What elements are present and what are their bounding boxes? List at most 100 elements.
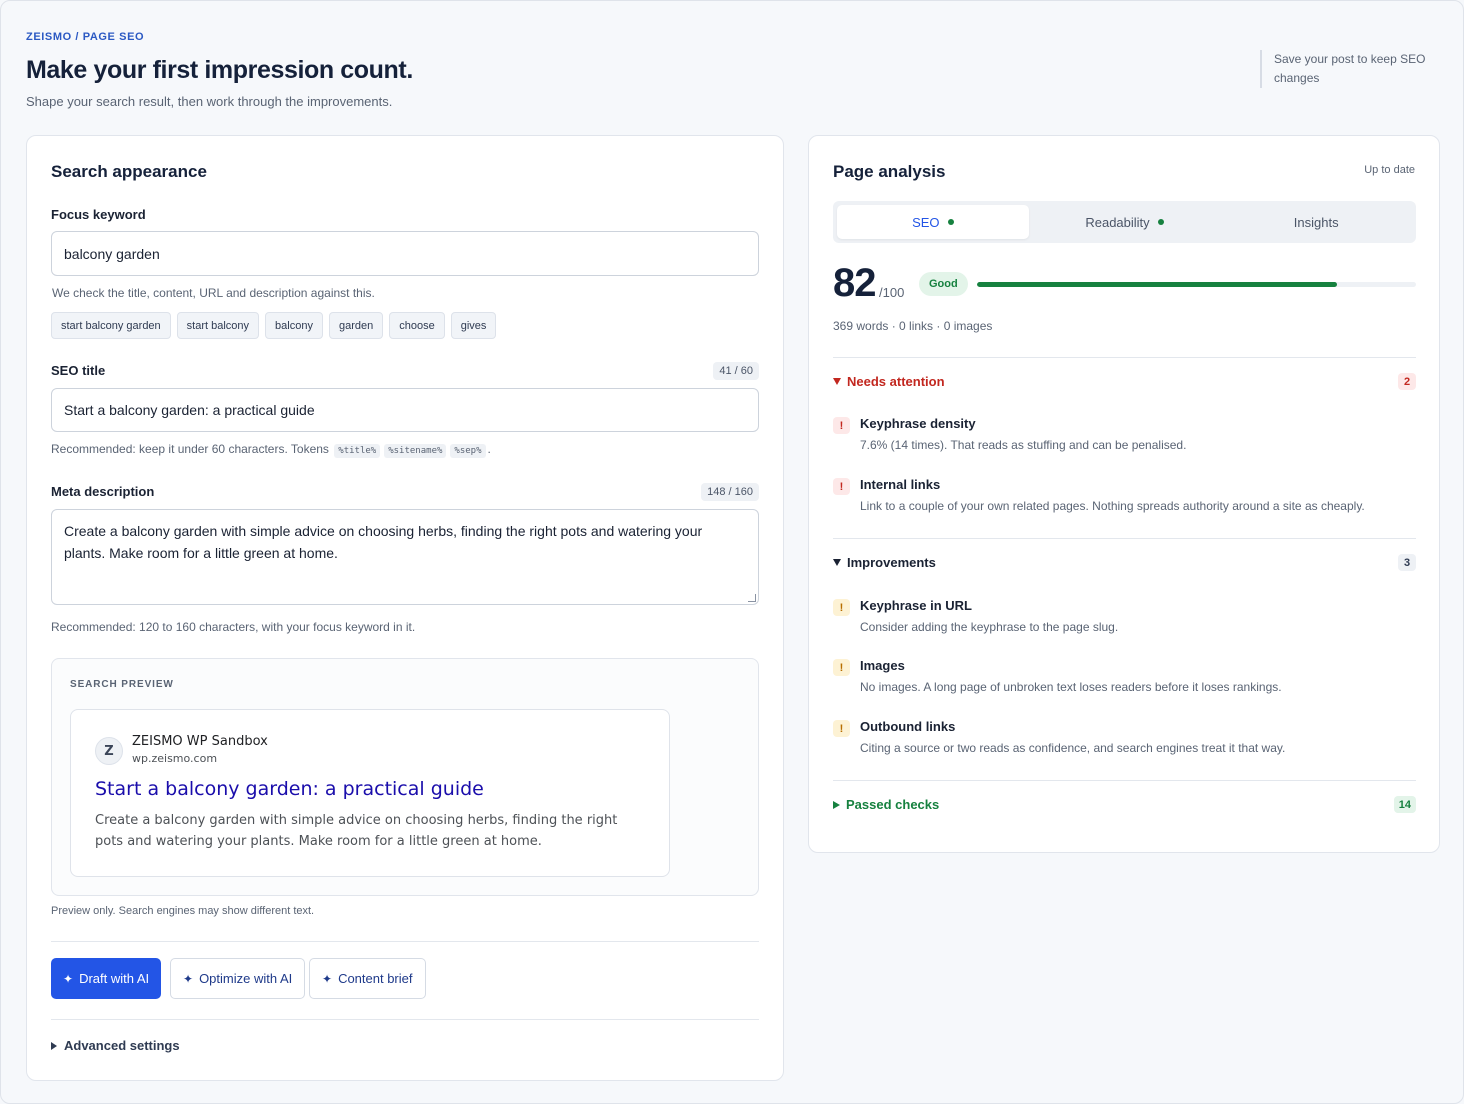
page-frame: ZEISMO / PAGE SEO Make your first impres… bbox=[0, 0, 1464, 1104]
issue-description: Citing a source or two reads as confiden… bbox=[860, 741, 1286, 755]
meta-description-textarea[interactable]: Create a balcony garden with simple advi… bbox=[51, 509, 759, 605]
tab-insights[interactable]: Insights bbox=[1220, 205, 1412, 239]
keyword-suggestion-chip[interactable]: balcony bbox=[265, 312, 323, 339]
caret-right-icon bbox=[833, 800, 840, 809]
score-progress-fill bbox=[977, 282, 1337, 287]
token-title[interactable]: %title% bbox=[334, 444, 381, 458]
advanced-settings-toggle[interactable]: Advanced settings bbox=[51, 1038, 180, 1053]
focus-keyword-label: Focus keyword bbox=[51, 207, 146, 222]
keyword-suggestion-chip[interactable]: start balcony bbox=[176, 312, 260, 339]
caret-right-icon bbox=[51, 1041, 57, 1050]
sparkle-icon: ✦ bbox=[322, 971, 333, 986]
content-brief-button[interactable]: ✦ Content brief bbox=[309, 958, 426, 999]
focus-keyword-input[interactable]: balcony garden bbox=[51, 231, 759, 276]
issue-title: Outbound links bbox=[860, 719, 956, 734]
analysis-status: Up to date bbox=[1364, 164, 1415, 176]
needs-attention-toggle[interactable]: Needs attention 2 bbox=[833, 373, 1416, 390]
optimize-with-ai-label: Optimize with AI bbox=[199, 971, 293, 986]
issue-description: Link to a couple of your own related pag… bbox=[860, 499, 1365, 513]
improvements-count: 3 bbox=[1398, 554, 1416, 571]
page-analysis-title: Page analysis bbox=[833, 162, 946, 181]
seo-title-hint-text: Recommended: keep it under 60 characters… bbox=[51, 442, 329, 456]
keyword-suggestion-chip[interactable]: garden bbox=[328, 312, 384, 339]
keyword-suggestion-chip[interactable]: start balcony garden bbox=[51, 312, 171, 339]
draft-with-ai-button[interactable]: ✦ Draft with AI bbox=[51, 958, 162, 999]
page-title: Make your first impression count. bbox=[26, 56, 413, 84]
seo-title-hint: Recommended: keep it under 60 characters… bbox=[51, 442, 491, 458]
search-preview-label: SEARCH PREVIEW bbox=[70, 679, 174, 690]
alert-icon: ! bbox=[833, 417, 850, 434]
keyword-suggestions: start balcony garden start balcony balco… bbox=[51, 312, 497, 339]
search-preview: SEARCH PREVIEW Z ZEISMO WP Sandbox wp.ze… bbox=[51, 658, 759, 896]
meta-description-text: Create a balcony garden with simple advi… bbox=[64, 523, 703, 561]
draft-with-ai-label: Draft with AI bbox=[79, 971, 150, 986]
serp-title: Start a balcony garden: a practical guid… bbox=[95, 778, 484, 800]
score-rating-badge: Good bbox=[919, 272, 968, 296]
search-appearance-card: Search appearance Focus keyword balcony … bbox=[26, 135, 784, 1081]
tab-seo[interactable]: SEO bbox=[837, 205, 1029, 239]
issue-title: Keyphrase in URL bbox=[860, 598, 972, 613]
optimize-with-ai-button[interactable]: ✦ Optimize with AI bbox=[170, 958, 306, 999]
improvements-toggle[interactable]: Improvements 3 bbox=[833, 554, 1416, 571]
seo-title-hint-suffix: . bbox=[487, 442, 491, 456]
meta-description-hint: Recommended: 120 to 160 characters, with… bbox=[51, 620, 416, 634]
token-sitename[interactable]: %sitename% bbox=[384, 444, 447, 458]
sparkle-icon: ✦ bbox=[183, 971, 194, 986]
score-progress-bar bbox=[977, 282, 1416, 287]
meta-description-label: Meta description bbox=[51, 484, 155, 499]
divider bbox=[833, 538, 1416, 539]
tab-readability-label: Readability bbox=[1085, 214, 1150, 230]
page-analysis-card: Page analysis Up to date SEO Readability… bbox=[808, 135, 1440, 853]
seo-title-char-count: 41 / 60 bbox=[713, 362, 759, 380]
search-appearance-title: Search appearance bbox=[51, 162, 207, 181]
divider bbox=[833, 357, 1416, 358]
status-dot-icon bbox=[947, 219, 954, 225]
caret-down-icon bbox=[833, 378, 841, 385]
resize-grip-icon[interactable] bbox=[748, 594, 756, 602]
breadcrumb: ZEISMO / PAGE SEO bbox=[26, 31, 145, 43]
preview-note: Preview only. Search engines may show di… bbox=[51, 905, 315, 917]
passed-checks-count: 14 bbox=[1393, 796, 1416, 813]
keyword-suggestion-chip[interactable]: gives bbox=[450, 312, 497, 339]
divider bbox=[833, 780, 1416, 781]
serp-site-name: ZEISMO WP Sandbox bbox=[132, 734, 268, 749]
warning-icon: ! bbox=[833, 720, 850, 737]
issue-description: 7.6% (14 times). That reads as stuffing … bbox=[860, 438, 1187, 452]
page-subtitle: Shape your search result, then work thro… bbox=[26, 94, 393, 109]
issue-title: Images bbox=[860, 658, 905, 673]
site-favicon-icon: Z bbox=[95, 737, 123, 765]
needs-attention-label: Needs attention bbox=[847, 374, 945, 389]
content-stats: 369 words · 0 links · 0 images bbox=[833, 319, 993, 333]
token-sep[interactable]: %sep% bbox=[450, 444, 486, 458]
serp-result: Z ZEISMO WP Sandbox wp.zeismo.com Start … bbox=[70, 709, 670, 877]
content-brief-label: Content brief bbox=[338, 971, 413, 986]
sparkle-icon: ✦ bbox=[63, 971, 74, 986]
needs-attention-count: 2 bbox=[1398, 373, 1416, 390]
keyword-suggestion-chip[interactable]: choose bbox=[389, 312, 445, 339]
meta-description-char-count: 148 / 160 bbox=[701, 483, 759, 501]
warning-icon: ! bbox=[833, 659, 850, 676]
issue-description: Consider adding the keyphrase to the pag… bbox=[860, 620, 1119, 634]
issue-title: Internal links bbox=[860, 477, 941, 492]
tab-insights-label: Insights bbox=[1293, 214, 1339, 230]
seo-title-input[interactable]: Start a balcony garden: a practical guid… bbox=[51, 388, 759, 432]
tab-seo-label: SEO bbox=[912, 214, 940, 230]
passed-checks-toggle[interactable]: Passed checks 14 bbox=[833, 796, 1416, 813]
issue-description: No images. A long page of unbroken text … bbox=[860, 680, 1282, 694]
alert-icon: ! bbox=[833, 478, 850, 495]
analysis-tabs: SEO Readability Insights bbox=[833, 201, 1416, 243]
issue-title: Keyphrase density bbox=[860, 416, 976, 431]
serp-url: wp.zeismo.com bbox=[132, 752, 218, 765]
divider bbox=[51, 941, 759, 942]
tab-readability[interactable]: Readability bbox=[1029, 205, 1221, 239]
warning-icon: ! bbox=[833, 599, 850, 616]
serp-description: Create a balcony garden with simple advi… bbox=[95, 813, 618, 849]
status-dot-icon bbox=[1157, 219, 1164, 225]
advanced-settings-label: Advanced settings bbox=[64, 1038, 180, 1053]
focus-keyword-hint: We check the title, content, URL and des… bbox=[52, 286, 375, 300]
improvements-label: Improvements bbox=[847, 555, 936, 570]
caret-down-icon bbox=[833, 559, 841, 566]
save-note: Save your post to keep SEO changes bbox=[1260, 50, 1440, 88]
passed-checks-label: Passed checks bbox=[846, 797, 940, 812]
divider bbox=[51, 1019, 759, 1020]
